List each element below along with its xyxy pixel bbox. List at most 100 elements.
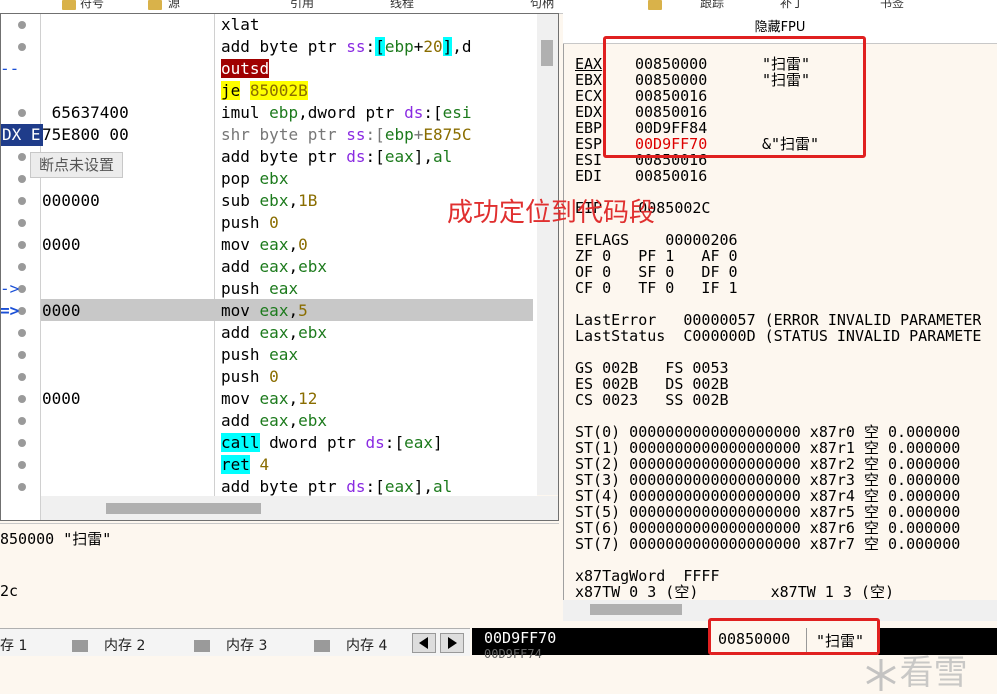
toolbar-item-symbols[interactable]: 符号 — [80, 0, 104, 11]
register-esi[interactable]: ESI 00850016 — [575, 152, 707, 168]
tab-dump-3[interactable]: 内存 3 — [226, 635, 267, 655]
register-edx[interactable]: EDX 00850016 — [575, 104, 707, 120]
register-esp[interactable]: ESP 00D9FF70 &"扫雷" — [575, 136, 819, 152]
watermark: 看雪 — [840, 605, 968, 694]
instruction-text[interactable]: mov eax,0 — [221, 234, 308, 256]
segment-registers-line: ES 002B DS 002B — [575, 376, 729, 392]
chevron-left-icon — [419, 637, 428, 649]
toolbar-symbols-icon[interactable] — [62, 0, 76, 10]
breakpoint-dot[interactable] — [18, 329, 26, 337]
breakpoint-dot[interactable] — [18, 219, 26, 227]
disasm-vertical-scrollbar[interactable] — [537, 13, 559, 495]
stack-address-next: 00D9FF74 — [484, 647, 542, 661]
tab-dump-2[interactable]: 内存 2 — [104, 635, 145, 655]
tab-dump-1[interactable]: 存 1 — [0, 635, 27, 655]
toolbar-item-trace[interactable]: 跟踪 — [700, 0, 724, 11]
register-value: 00850016 — [635, 167, 708, 185]
fpu-st-register: ST(2) 0000000000000000000 x87r2 空 0.0000… — [575, 456, 961, 472]
flags-line: OF 0 SF 0 DF 0 — [575, 264, 738, 280]
last-error: LastError 00000057 (ERROR_INVALID_PARAME… — [575, 312, 982, 328]
flags-line: ZF 0 PF 1 AF 0 — [575, 248, 738, 264]
fpu-st-register: ST(1) 0000000000000000000 x87r1 空 0.0000… — [575, 440, 961, 456]
breakpoint-dot[interactable] — [18, 153, 26, 161]
instruction-text[interactable]: add eax,ebx — [221, 410, 327, 432]
instruction-text[interactable]: add eax,ebx — [221, 322, 327, 344]
register-ebx[interactable]: EBX 00850000 "扫雷" — [575, 72, 810, 88]
memory-tab-icon — [314, 640, 330, 652]
instruction-text[interactable]: imul ebp,dword ptr ds:[esi — [221, 102, 472, 124]
bytes-column — [41, 13, 215, 521]
instruction-text[interactable]: ret 4 — [221, 454, 269, 476]
info-strip: 850000 "扫雷" 2c — [0, 523, 559, 628]
tab-scroll-right-button[interactable] — [440, 633, 464, 653]
disasm-horizontal-scroll-thumb[interactable] — [106, 503, 261, 514]
info-line-1: 850000 "扫雷" — [0, 530, 112, 548]
instruction-text[interactable]: add eax,ebx — [221, 256, 327, 278]
snowflake-logo-icon — [865, 658, 896, 691]
breakpoint-dot[interactable] — [18, 241, 26, 249]
instruction-text[interactable]: mov eax,12 — [221, 388, 317, 410]
breakpoint-dot[interactable] — [18, 351, 26, 359]
instruction-text[interactable]: outsd — [221, 58, 270, 80]
breakpoint-dot[interactable] — [18, 439, 26, 447]
breakpoint-dot[interactable] — [18, 109, 26, 117]
fpu-st-register: ST(5) 0000000000000000000 x87r5 空 0.0000… — [575, 504, 961, 520]
fpu-st-register: ST(0) 0000000000000000000 x87r0 空 0.0000… — [575, 424, 961, 440]
instruction-text[interactable]: je 85002B — [221, 80, 308, 102]
instruction-text[interactable]: shr byte ptr ss:[ebp+E875C — [221, 124, 472, 146]
register-eax[interactable]: EAX 00850000 "扫雷" — [575, 56, 810, 72]
watermark-text: 看雪 — [899, 653, 968, 693]
instruction-text[interactable]: push eax — [221, 344, 298, 366]
toolbar-trace-icon[interactable] — [648, 0, 662, 10]
register-name: EDI — [575, 167, 603, 185]
instruction-text[interactable]: sub ebx,1B — [221, 190, 317, 212]
instruction-text[interactable]: add byte ptr ds:[eax],al — [221, 146, 452, 168]
register-ebp[interactable]: EBP 00D9FF84 — [575, 120, 707, 136]
breakpoint-dot[interactable] — [18, 21, 26, 29]
toolbar-item-patches[interactable]: 补丁 — [780, 0, 804, 11]
breakpoint-dot[interactable] — [18, 373, 26, 381]
chevron-right-icon — [448, 637, 457, 649]
breakpoint-dot[interactable] — [18, 483, 26, 491]
jump-arrow: -> — [0, 279, 20, 298]
registers-highlight-box — [603, 36, 866, 158]
breakpoint-dot[interactable] — [18, 263, 26, 271]
instruction-text[interactable]: mov eax,5 — [221, 300, 308, 322]
breakpoint-dot[interactable] — [18, 461, 26, 469]
jump-arrow: -- — [0, 59, 20, 78]
register-ecx[interactable]: ECX 00850016 — [575, 88, 707, 104]
info-line-2: 2c — [0, 582, 19, 600]
toolbar-item-refs[interactable]: 引用 — [290, 0, 314, 11]
instruction-text[interactable]: xlat — [221, 14, 260, 36]
instruction-text[interactable]: call dword ptr ds:[eax] — [221, 432, 443, 454]
segment-registers-line: CS 0023 SS 002B — [575, 392, 729, 408]
instruction-text[interactable]: pop ebx — [221, 168, 288, 190]
toolbar-item-source[interactable]: 源 — [168, 0, 180, 11]
breakpoint-dot[interactable] — [18, 417, 26, 425]
memory-tab-icon — [194, 640, 210, 652]
tab-scroll-left-button[interactable] — [412, 633, 436, 653]
fpu-st-register: ST(6) 0000000000000000000 x87r6 空 0.0000… — [575, 520, 961, 536]
toolbar-item-bookmarks[interactable]: 书签 — [880, 0, 904, 11]
disasm-vertical-scroll-thumb[interactable] — [541, 40, 553, 66]
breakpoint-dot[interactable] — [18, 43, 26, 51]
registers-horizontal-scroll-thumb[interactable] — [590, 604, 682, 615]
tab-dump-4[interactable]: 内存 4 — [346, 635, 387, 655]
instruction-text[interactable]: push 0 — [221, 212, 279, 234]
toolbar-source-icon[interactable] — [148, 0, 162, 10]
toolbar-item-handles[interactable]: 句柄 — [530, 0, 554, 11]
dump-tabs: 存 1 内存 2 内存 3 内存 4 — [0, 628, 470, 656]
breakpoint-dot[interactable] — [18, 197, 26, 205]
instruction-bytes: 75E800 00 — [42, 125, 129, 144]
instruction-text[interactable]: add byte ptr ss:[ebp+20],d — [221, 36, 472, 58]
breakpoint-dot[interactable] — [18, 175, 26, 183]
breakpoint-dot[interactable] — [18, 395, 26, 403]
segment-registers-line: GS 002B FS 0053 — [575, 360, 729, 376]
register-edi[interactable]: EDI 00850016 — [575, 167, 707, 185]
flags-line: CF 0 TF 0 IF 1 — [575, 280, 738, 296]
toolbar-item-threads[interactable]: 线程 — [390, 0, 414, 11]
fpu-st-register: ST(7) 0000000000000000000 x87r7 空 0.0000… — [575, 536, 961, 552]
instruction-text[interactable]: add byte ptr ds:[eax],al — [221, 476, 452, 498]
instruction-text[interactable]: push eax — [221, 278, 298, 300]
instruction-text[interactable]: push 0 — [221, 366, 279, 388]
